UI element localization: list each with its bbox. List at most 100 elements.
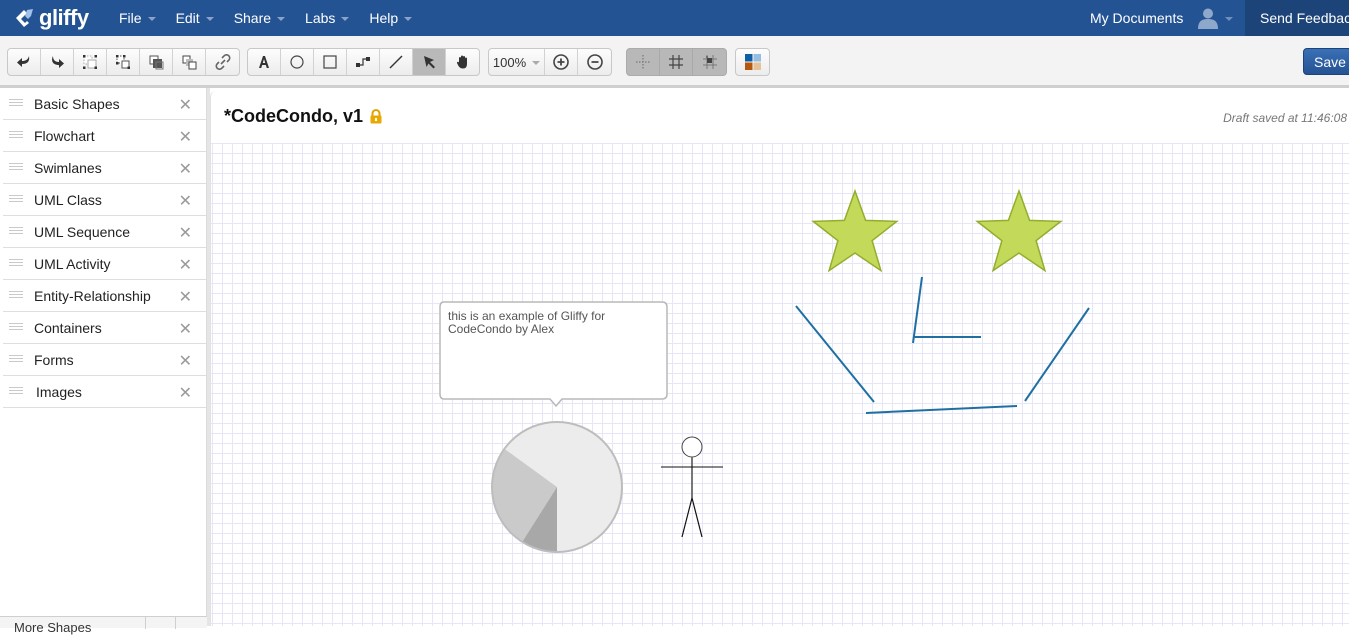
bring-to-front-button[interactable] — [140, 49, 173, 75]
chevron-down-icon — [1225, 17, 1233, 21]
menu-file-label: File — [119, 10, 142, 26]
menu-edit-label: Edit — [175, 10, 200, 26]
diagram-canvas[interactable] — [211, 143, 1349, 626]
user-icon — [1198, 8, 1218, 29]
more-shapes-button[interactable]: More Shapes — [14, 620, 91, 635]
library-containers[interactable]: Containers ✕ — [3, 312, 206, 344]
library-forms[interactable]: Forms ✕ — [3, 344, 206, 376]
undo-button[interactable] — [8, 49, 41, 75]
zoom-in-button[interactable] — [545, 49, 578, 75]
redo-button[interactable] — [41, 49, 74, 75]
library-flowchart[interactable]: Flowchart ✕ — [3, 120, 206, 152]
zoom-level-select[interactable]: 100% — [489, 49, 545, 75]
chevron-down-icon — [147, 17, 156, 21]
menu-file[interactable]: File — [119, 0, 156, 36]
library-menu-button[interactable] — [145, 617, 175, 629]
save-button[interactable]: Save — [1303, 48, 1349, 75]
drag-handle-icon[interactable] — [9, 131, 23, 140]
close-icon[interactable]: ✕ — [179, 191, 192, 211]
ungroup-button[interactable] — [107, 49, 140, 75]
document-title-text[interactable]: *CodeCondo, v1 — [224, 106, 363, 127]
ellipse-tool-icon — [290, 55, 304, 69]
library-images[interactable]: Images ✕ — [3, 376, 206, 408]
draft-status: Draft saved at 11:46:08 — [1223, 111, 1347, 125]
library-basic-shapes[interactable]: Basic Shapes ✕ — [3, 88, 206, 120]
chevron-down-icon — [341, 17, 350, 21]
library-uml-sequence[interactable]: UML Sequence ✕ — [3, 216, 206, 248]
redo-icon — [52, 56, 64, 68]
drag-handle-icon[interactable] — [9, 195, 23, 204]
group-icon — [83, 55, 97, 69]
send-feedback-button[interactable]: Send Feedback — [1245, 0, 1349, 36]
close-icon[interactable]: ✕ — [179, 351, 192, 371]
library-swimlanes[interactable]: Swimlanes ✕ — [3, 152, 206, 184]
my-documents-link[interactable]: My Documents — [1090, 0, 1183, 36]
menu-labs-label: Labs — [305, 10, 336, 26]
close-icon[interactable]: ✕ — [179, 127, 192, 147]
drag-handle-icon[interactable] — [9, 227, 23, 236]
theme-button[interactable] — [736, 49, 769, 75]
pointer-tool-button[interactable] — [413, 49, 446, 75]
guides-toggle[interactable] — [627, 49, 660, 75]
drag-handle-icon[interactable] — [9, 387, 23, 396]
user-menu[interactable] — [1197, 6, 1233, 30]
drag-handle-icon[interactable] — [9, 355, 23, 364]
hand-tool-button[interactable] — [446, 49, 479, 75]
chevron-down-icon — [404, 17, 413, 21]
pointer-tool-icon — [424, 56, 435, 69]
library-uml-class[interactable]: UML Class ✕ — [3, 184, 206, 216]
zoom-out-button[interactable] — [578, 49, 611, 75]
close-icon[interactable]: ✕ — [179, 255, 192, 275]
library-label: UML Class — [34, 191, 102, 208]
text-tool-button[interactable] — [248, 49, 281, 75]
menu-share-label: Share — [233, 10, 272, 26]
gliffy-logo[interactable]: gliffy — [14, 5, 89, 31]
grid-toggle[interactable] — [660, 49, 693, 75]
send-to-back-button[interactable] — [173, 49, 206, 75]
grid-icon — [669, 55, 683, 69]
drawing-tools-group — [247, 48, 480, 76]
connector-tool-button[interactable] — [347, 49, 380, 75]
grid-options-group — [626, 48, 727, 76]
chevron-down-icon — [205, 17, 214, 21]
pie-chart-shape[interactable] — [491, 421, 623, 553]
drag-handle-icon[interactable] — [9, 259, 23, 268]
drag-handle-icon[interactable] — [9, 291, 23, 300]
collapse-sidebar-button[interactable] — [175, 617, 207, 629]
library-label: UML Activity — [34, 255, 111, 272]
close-icon[interactable]: ✕ — [179, 223, 192, 243]
ungroup-icon — [116, 55, 130, 69]
chevron-down-icon — [277, 17, 286, 21]
close-icon[interactable]: ✕ — [179, 383, 192, 403]
link-button[interactable] — [206, 49, 239, 75]
drag-handle-icon[interactable] — [9, 99, 23, 108]
ellipse-tool-button[interactable] — [281, 49, 314, 75]
text-tool-icon — [259, 56, 269, 68]
library-entity-relationship[interactable]: Entity-Relationship ✕ — [3, 280, 206, 312]
zoom-level-value: 100% — [492, 54, 527, 70]
close-icon[interactable]: ✕ — [179, 95, 192, 115]
chevron-down-icon — [532, 61, 541, 65]
guides-icon — [636, 55, 650, 69]
line-tool-button[interactable] — [380, 49, 413, 75]
callout-note-text[interactable]: this is an example of Gliffy for CodeCon… — [448, 310, 658, 336]
menu-labs[interactable]: Labs — [305, 0, 350, 36]
close-icon[interactable]: ✕ — [179, 319, 192, 339]
drag-handle-icon[interactable] — [9, 323, 23, 332]
menu-edit[interactable]: Edit — [176, 0, 214, 36]
drag-handle-icon[interactable] — [9, 163, 23, 172]
menu-help[interactable]: Help — [369, 0, 413, 36]
lock-icon — [370, 109, 382, 124]
library-uml-activity[interactable]: UML Activity ✕ — [3, 248, 206, 280]
close-icon[interactable]: ✕ — [179, 287, 192, 307]
snap-to-grid-icon — [702, 55, 717, 69]
menu-share[interactable]: Share — [233, 0, 286, 36]
rectangle-tool-button[interactable] — [314, 49, 347, 75]
menu-help-label: Help — [369, 10, 399, 26]
snap-to-grid-toggle[interactable] — [693, 49, 726, 75]
zoom-group: 100% — [488, 48, 612, 76]
send-to-back-icon — [182, 55, 197, 70]
group-button[interactable] — [74, 49, 107, 75]
close-icon[interactable]: ✕ — [179, 159, 192, 179]
more-shapes-bar: More Shapes — [0, 616, 207, 635]
